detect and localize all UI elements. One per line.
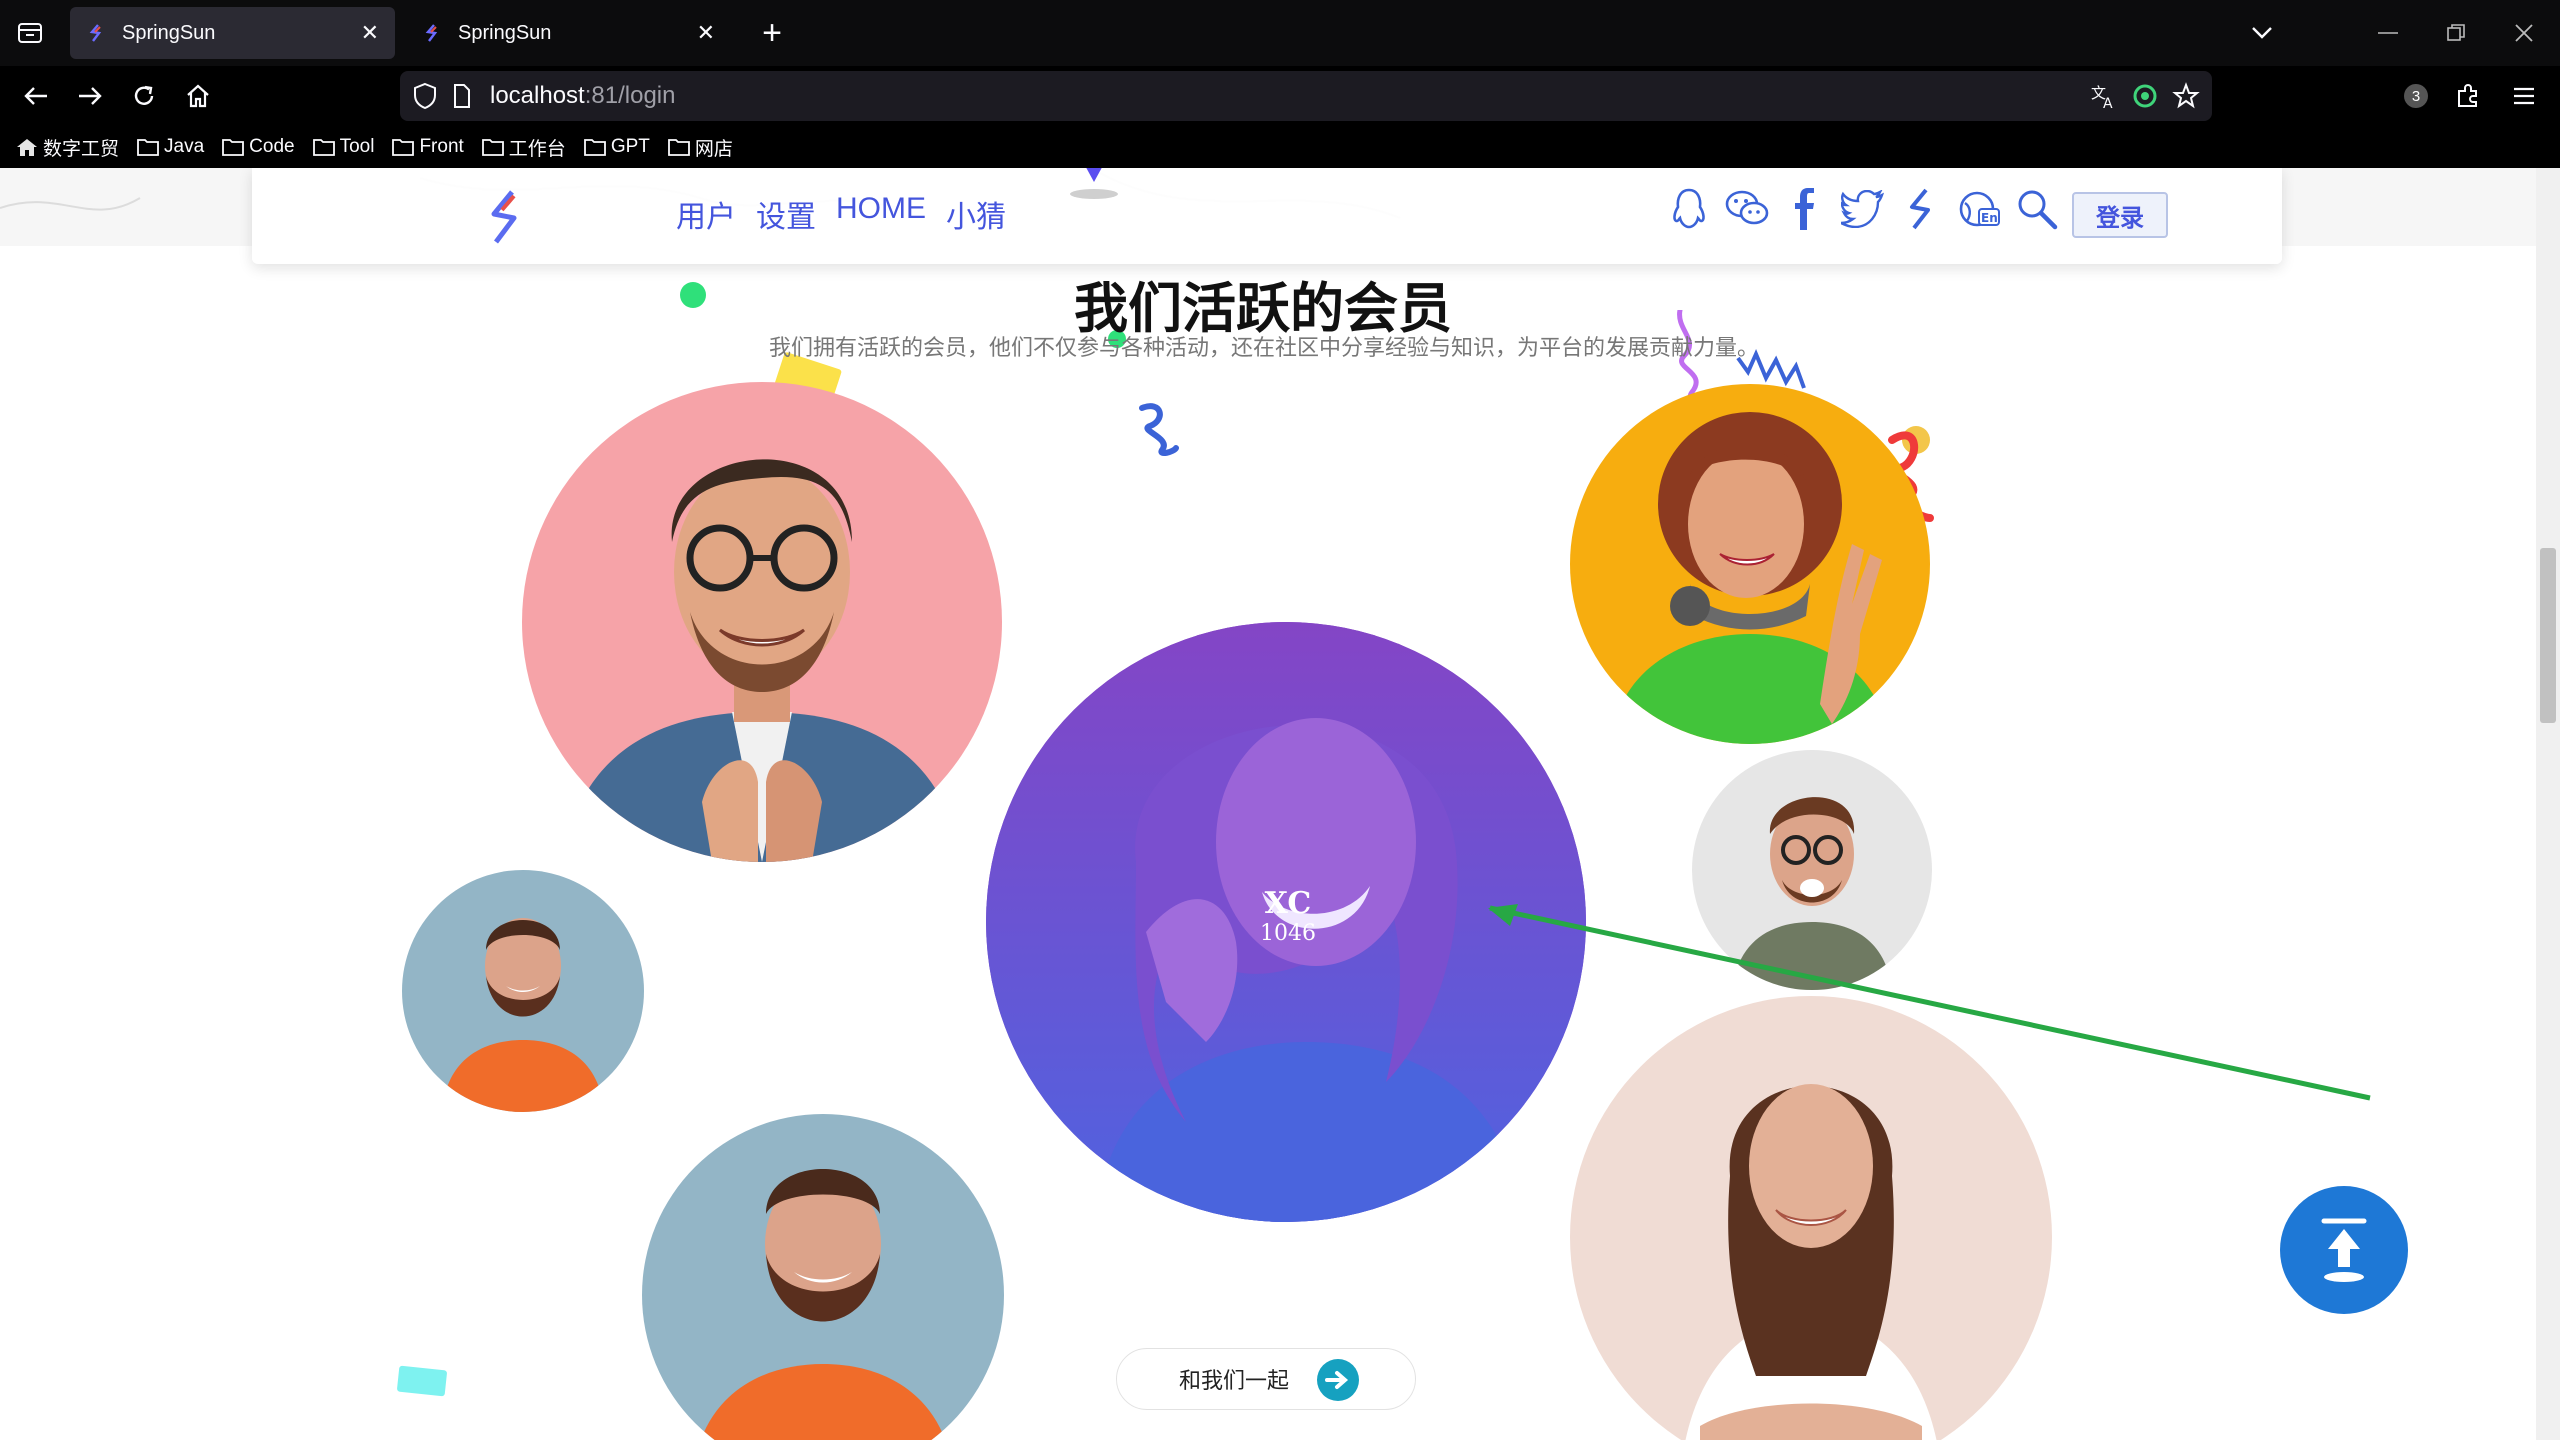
extension-badge-icon[interactable]: 3: [2394, 74, 2438, 118]
page-viewport: 用户 设置 HOME 小猜 En 登录 我们活跃的会员 我们拥有活跃的会员，他们…: [0, 168, 2536, 1440]
back-arrow-icon[interactable]: [14, 74, 58, 118]
nav-link-settings[interactable]: 设置: [756, 192, 816, 236]
twitter-icon[interactable]: [1840, 186, 1886, 232]
bookmark-label: Front: [419, 136, 464, 157]
bookmark-folder[interactable]: Front: [392, 136, 464, 158]
navigation-toolbar: localhost :81/login 文A 3: [0, 66, 2560, 126]
bookmark-folder[interactable]: Java: [137, 136, 204, 158]
bookmark-folder[interactable]: Tool: [312, 136, 375, 158]
close-icon[interactable]: ✕: [697, 20, 715, 46]
member-avatar[interactable]: [642, 1114, 1004, 1440]
language-en-icon[interactable]: En: [1956, 186, 2002, 232]
site-nav: 用户 设置 HOME 小猜: [676, 192, 1026, 236]
bookmark-label: 工作台: [508, 138, 566, 160]
scrollbar-thumb[interactable]: [2540, 548, 2556, 723]
new-tab-plus-icon[interactable]: +: [750, 11, 794, 55]
reload-icon[interactable]: [122, 74, 166, 118]
featured-member-count: 1046: [1260, 921, 1316, 946]
svg-text:A: A: [2103, 96, 2113, 110]
page-info-icon[interactable]: [452, 83, 472, 109]
url-bar[interactable]: localhost :81/login 文A: [400, 71, 2212, 121]
bookmark-folder[interactable]: GPT: [583, 136, 650, 158]
url-path: :81/login: [584, 82, 676, 109]
arrow-right-icon: [1317, 1359, 1359, 1401]
page-scrollbar[interactable]: [2536, 168, 2560, 1440]
restore-icon[interactable]: [2434, 11, 2478, 55]
translate-icon[interactable]: 文A: [2090, 82, 2118, 110]
folder-icon: [481, 139, 504, 156]
folder-icon: [583, 139, 606, 156]
search-icon[interactable]: [2014, 186, 2060, 232]
social-icons: En: [1666, 186, 2072, 232]
join-us-label: 和我们一起: [1179, 1369, 1290, 1394]
tab-title: SpringSun: [458, 21, 552, 44]
extension-ring-icon[interactable]: [2132, 83, 2158, 109]
nav-link-users[interactable]: 用户: [676, 192, 736, 236]
featured-member-label: XC 1046: [1188, 886, 1388, 946]
bookmark-folder[interactable]: 工作台: [481, 134, 566, 161]
join-us-button[interactable]: 和我们一起: [1116, 1348, 1416, 1410]
folder-icon: [392, 139, 415, 156]
decorative-blue-squiggle: [1139, 403, 1179, 457]
bookmark-label: Tool: [339, 136, 375, 157]
tab-springsun[interactable]: SpringSun ✕: [406, 7, 731, 59]
bookmark-label: Code: [249, 136, 295, 157]
member-avatar[interactable]: [522, 382, 1002, 862]
facebook-icon[interactable]: [1782, 186, 1828, 232]
tab-overflow-chevron-down-icon[interactable]: [2240, 11, 2284, 55]
nav-link-home[interactable]: HOME: [836, 192, 926, 236]
wechat-icon[interactable]: [1724, 186, 1770, 232]
springsun-favicon-icon: [89, 24, 102, 42]
forward-arrow-icon[interactable]: [68, 74, 112, 118]
folder-icon: [137, 139, 159, 156]
minimize-icon[interactable]: [2366, 11, 2410, 55]
url-host: localhost: [490, 82, 585, 109]
browser-chrome: SpringSun ✕ SpringSun ✕ + localhost:81/…: [0, 0, 2560, 168]
member-avatar[interactable]: [402, 870, 644, 1112]
menu-hamburger-icon[interactable]: [2502, 74, 2546, 118]
springsun-favicon-icon: [425, 24, 438, 42]
home-icon: [17, 139, 37, 156]
annotation-arrow: [1488, 904, 2371, 1101]
back-to-top-button[interactable]: [2280, 1186, 2408, 1314]
folder-icon: [222, 139, 245, 156]
brand-logo-icon[interactable]: [1898, 186, 1944, 232]
home-icon[interactable]: [176, 74, 220, 118]
bookmarks-bar: 数字工贸 Java Code Tool Front 工作台 GPT 网店: [0, 126, 2560, 168]
extension-badge: 3: [2404, 84, 2428, 108]
bookmark-item[interactable]: 数字工贸: [16, 134, 119, 161]
login-button[interactable]: 登录: [2072, 192, 2168, 238]
member-avatar[interactable]: [1570, 384, 1930, 744]
site-logo-icon[interactable]: [484, 190, 528, 244]
tab-list-icon[interactable]: [8, 11, 52, 55]
bookmark-folder[interactable]: Code: [222, 136, 295, 158]
bookmark-star-icon[interactable]: [2172, 82, 2200, 110]
section-subtitle: 我们拥有活跃的会员，他们不仅参与各种活动，还在社区中分享经验与知识，为平台的发展…: [0, 330, 2536, 362]
nav-link-guess[interactable]: 小猜: [946, 192, 1006, 236]
folder-icon: [312, 139, 335, 156]
close-icon[interactable]: ✕: [361, 20, 379, 46]
section-subtitle-text: 我们拥有活跃的会员，他们不仅参与各种活动，还在社区中分享经验与知识，为平台的发展…: [768, 336, 1759, 361]
tab-title: SpringSun: [122, 21, 216, 44]
svg-text:En: En: [1981, 211, 1998, 225]
bookmark-label: 数字工贸: [43, 138, 120, 160]
featured-member-name: XC: [1264, 886, 1312, 921]
extensions-puzzle-icon[interactable]: [2446, 74, 2490, 118]
decorative-cyan-shape: [396, 1365, 448, 1397]
window-close-icon[interactable]: [2502, 11, 2546, 55]
tab-bar: SpringSun ✕ SpringSun ✕ +: [0, 0, 2560, 66]
upload-arrow-icon: [2321, 1218, 2367, 1282]
qq-icon[interactable]: [1666, 186, 1712, 232]
bookmark-folder[interactable]: 网店: [667, 134, 733, 161]
bookmark-label: 网店: [694, 138, 733, 160]
location-pin-icon: [1070, 168, 1118, 199]
shield-icon[interactable]: [412, 82, 438, 110]
tab-springsun-active[interactable]: SpringSun ✕: [70, 7, 395, 59]
site-header: 用户 设置 HOME 小猜 En 登录: [252, 168, 2282, 264]
bookmark-label: Java: [164, 136, 205, 157]
folder-icon: [667, 139, 690, 156]
bookmark-label: GPT: [610, 136, 650, 157]
